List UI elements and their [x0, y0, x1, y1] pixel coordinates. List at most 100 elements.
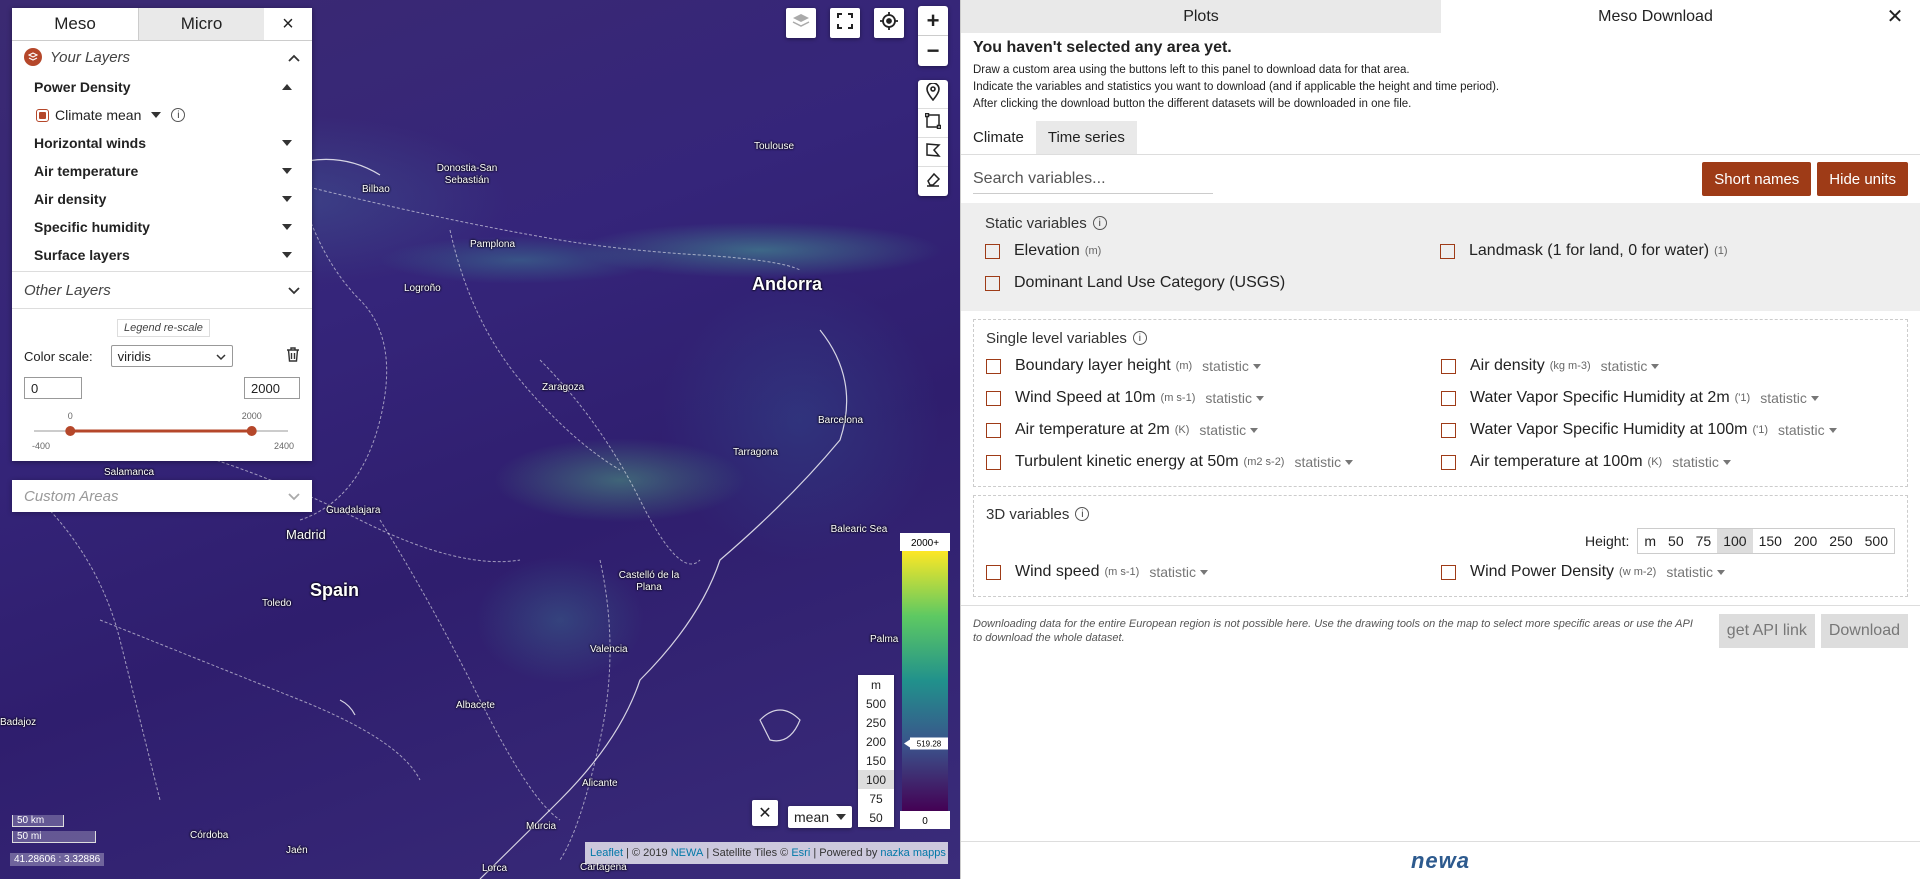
- variable-checkbox[interactable]: [1441, 454, 1456, 470]
- other-layers-header[interactable]: Other Layers: [12, 274, 312, 306]
- variable-option[interactable]: Air temperature at 100m (K) statistic: [1441, 446, 1896, 478]
- zoom-in-button[interactable]: +: [918, 6, 948, 36]
- your-layers-header[interactable]: Your Layers: [12, 41, 312, 73]
- tab-meso[interactable]: Meso: [12, 8, 138, 40]
- slider-handle-high[interactable]: [246, 426, 257, 436]
- leaflet-link[interactable]: Leaflet: [590, 847, 623, 859]
- tab-time-series[interactable]: Time series: [1035, 121, 1137, 154]
- layer-group-item[interactable]: Specific humidity: [12, 213, 312, 241]
- variable-option[interactable]: Air density (kg m-3) statistic: [1441, 350, 1896, 382]
- variable-checkbox[interactable]: [1441, 358, 1456, 374]
- slider-handle-low[interactable]: [65, 426, 76, 436]
- map-height-option[interactable]: 250: [858, 713, 894, 732]
- tab-micro[interactable]: Micro: [138, 8, 264, 40]
- statistic-dropdown[interactable]: statistic: [1601, 358, 1660, 374]
- statistic-dropdown[interactable]: statistic: [1672, 454, 1731, 470]
- get-api-link-button[interactable]: get API link: [1718, 614, 1815, 648]
- max-value-input[interactable]: 2000: [244, 377, 300, 399]
- map-height-option[interactable]: 50: [858, 808, 894, 827]
- caret-down-icon[interactable]: [151, 112, 162, 118]
- esri-link[interactable]: Esri: [791, 847, 810, 859]
- info-icon[interactable]: i: [171, 108, 186, 122]
- height-option-button[interactable]: 100: [1717, 529, 1753, 553]
- range-slider[interactable]: 0 2000 -400 2400: [24, 405, 300, 455]
- layer-group-item[interactable]: Air density: [12, 185, 312, 213]
- height-option-button[interactable]: 250: [1823, 529, 1858, 553]
- variable-checkbox[interactable]: [985, 243, 1000, 259]
- variable-option[interactable]: Wind Power Density (w m-2) statistic: [1441, 556, 1896, 588]
- statistic-dropdown[interactable]: statistic: [1760, 390, 1819, 406]
- variable-option[interactable]: Wind speed (m s-1) statistic: [986, 556, 1441, 588]
- statistic-dropdown[interactable]: statistic: [1149, 564, 1209, 580]
- variable-option[interactable]: Boundary layer height (m) statistic: [986, 350, 1441, 382]
- variable-option[interactable]: Landmask (1 for land, 0 for water) (1): [1440, 235, 1895, 267]
- variable-checkbox[interactable]: [986, 454, 1001, 470]
- draw-polygon-button[interactable]: [918, 138, 948, 167]
- layer-group-item[interactable]: Surface layers: [12, 241, 312, 269]
- variable-option[interactable]: Elevation (m): [985, 235, 1440, 267]
- info-icon[interactable]: i: [1092, 216, 1107, 230]
- statistic-dropdown[interactable]: statistic: [1778, 422, 1837, 438]
- variable-checkbox[interactable]: [985, 275, 1000, 291]
- min-value-input[interactable]: 0: [24, 377, 82, 399]
- variable-checkbox[interactable]: [986, 422, 1001, 438]
- map-height-option[interactable]: 200: [858, 732, 894, 751]
- layer-group-item[interactable]: Air temperature: [12, 157, 312, 185]
- nazka-link[interactable]: nazka mapps: [880, 847, 945, 859]
- zoom-out-button[interactable]: −: [918, 36, 948, 66]
- variable-checkbox[interactable]: [986, 358, 1001, 374]
- statistic-select[interactable]: mean: [788, 806, 852, 828]
- statistic-dropdown[interactable]: statistic: [1205, 390, 1265, 406]
- info-icon[interactable]: i: [1132, 331, 1147, 345]
- variable-option[interactable]: Turbulent kinetic energy at 50m (m2 s-2) s…: [986, 446, 1441, 478]
- height-option-button[interactable]: 150: [1753, 529, 1788, 553]
- tab-plots[interactable]: Plots: [961, 0, 1441, 33]
- height-option-button[interactable]: 50: [1662, 529, 1690, 553]
- legend-rescale-button[interactable]: Legend re-scale: [117, 319, 210, 337]
- newa-link[interactable]: NEWA: [671, 847, 704, 859]
- variable-checkbox[interactable]: [1441, 564, 1456, 580]
- variable-checkbox[interactable]: [986, 390, 1001, 406]
- close-legend-button[interactable]: ✕: [752, 800, 778, 826]
- draw-rectangle-button[interactable]: [918, 109, 948, 138]
- clear-drawing-button[interactable]: [918, 167, 948, 196]
- draw-marker-button[interactable]: [918, 80, 948, 109]
- variable-option[interactable]: Wind Speed at 10m (m s-1) statistic: [986, 382, 1441, 414]
- layer-group-item[interactable]: Power Density: [12, 73, 312, 101]
- info-icon[interactable]: i: [1075, 507, 1090, 521]
- layer-visible-icon[interactable]: [36, 108, 49, 122]
- custom-areas-header[interactable]: Custom Areas: [12, 480, 312, 512]
- variable-option[interactable]: Water Vapor Specific Humidity at 2m ('1) s…: [1441, 382, 1896, 414]
- trash-icon[interactable]: [286, 347, 300, 365]
- variable-checkbox[interactable]: [1441, 390, 1456, 406]
- fullscreen-button[interactable]: [830, 8, 860, 38]
- statistic-dropdown[interactable]: statistic: [1202, 358, 1261, 374]
- map-view[interactable]: Andorra Spain Madrid Toulouse Donostia-San S…: [0, 0, 960, 879]
- search-input[interactable]: Search variables...: [973, 164, 1213, 194]
- map-height-option[interactable]: 150: [858, 751, 894, 770]
- variable-option[interactable]: Dominant Land Use Category (USGS): [985, 267, 1440, 299]
- variable-option[interactable]: Air temperature at 2m (K) statistic: [986, 414, 1441, 446]
- layers-button[interactable]: [786, 8, 816, 38]
- layer-group-item[interactable]: Horizontal winds: [12, 129, 312, 157]
- height-option-button[interactable]: 500: [1859, 529, 1894, 553]
- hide-units-button[interactable]: Hide units: [1817, 162, 1908, 196]
- height-unit-button[interactable]: m: [1638, 529, 1662, 553]
- tab-meso-download[interactable]: Meso Download: [1441, 0, 1870, 33]
- close-icon[interactable]: ×: [264, 8, 312, 40]
- variable-option[interactable]: Water Vapor Specific Humidity at 100m ('1…: [1441, 414, 1896, 446]
- tab-climate[interactable]: Climate: [961, 121, 1036, 154]
- color-scale-select[interactable]: viridis: [110, 345, 233, 367]
- variable-checkbox[interactable]: [1440, 243, 1455, 259]
- locate-button[interactable]: [874, 8, 904, 38]
- height-option-button[interactable]: 75: [1690, 529, 1718, 553]
- download-button[interactable]: Download: [1820, 614, 1908, 648]
- active-layer-climate-mean[interactable]: Climate mean i: [12, 101, 312, 129]
- variable-checkbox[interactable]: [986, 564, 1001, 580]
- map-height-option[interactable]: 100: [858, 770, 894, 789]
- statistic-dropdown[interactable]: statistic: [1199, 422, 1259, 438]
- height-option-button[interactable]: 200: [1788, 529, 1823, 553]
- variable-checkbox[interactable]: [1441, 422, 1456, 438]
- statistic-dropdown[interactable]: statistic: [1666, 564, 1726, 580]
- short-names-button[interactable]: Short names: [1702, 162, 1812, 196]
